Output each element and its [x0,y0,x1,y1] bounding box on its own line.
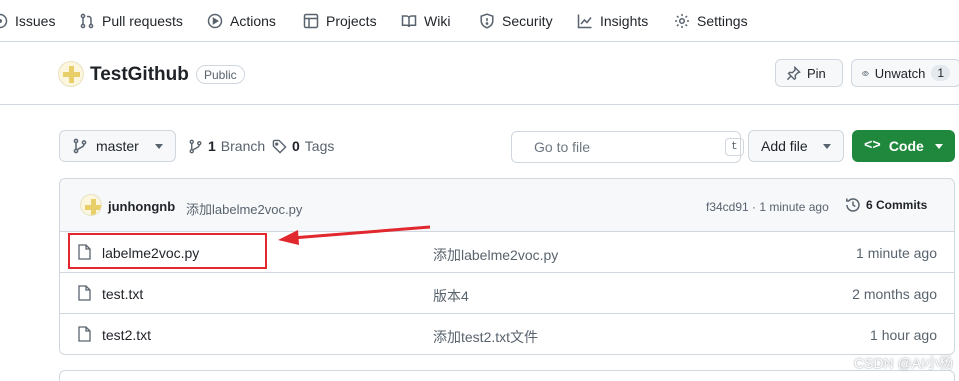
file-commit-message[interactable]: 版本4 [433,286,469,306]
table-row[interactable]: test2.txt 添加test2.txt文件 1 hour ago [60,314,954,354]
pin-button[interactable]: Pin [775,59,843,87]
file-age: 1 hour ago [870,327,937,343]
file-age: 2 months ago [852,286,937,302]
tag-label: Tags [304,138,335,154]
graph-icon [577,14,592,29]
unwatch-label: Unwatch [874,65,926,81]
add-file-button[interactable]: Add file [748,130,844,162]
visibility-badge: Public [196,65,245,84]
eye-icon [862,70,869,76]
issue-opened-icon [0,13,8,29]
commit-message[interactable]: 添加labelme2voc.py [186,199,302,218]
nav-projects-label: Projects [326,13,377,29]
file-commit-message[interactable]: 添加labelme2voc.py [433,245,558,265]
git-branch-icon [73,138,87,154]
gear-icon [675,14,689,28]
file-age: 1 minute ago [856,245,937,261]
nav-projects[interactable]: Projects [303,0,377,42]
branch-select-button[interactable]: master [59,130,176,162]
table-row[interactable]: test.txt 版本4 2 months ago [60,273,954,314]
annotation-highlight-box [68,233,267,269]
unwatch-button[interactable]: Unwatch 1 [851,59,959,87]
repo-name[interactable]: TestGithub [90,64,189,86]
file-commit-message[interactable]: 添加test2.txt文件 [433,327,538,347]
nav-insights-label: Insights [600,13,649,29]
nav-security[interactable]: Security [479,0,553,42]
history-icon [846,198,860,212]
owner-avatar[interactable] [58,61,84,87]
repo-header: TestGithub Public Pin Unwatch 1 [0,43,959,105]
play-icon [207,13,223,29]
watermark: CSDN @AI小杨 [854,355,953,371]
commits-count: 6 Commits [866,198,928,212]
watch-counter: 1 [931,65,950,81]
nav-wiki[interactable]: Wiki [401,0,450,42]
add-file-label: Add file [761,138,808,154]
file-icon [78,285,91,301]
chevron-down-icon [823,143,831,149]
go-to-file-search[interactable]: t [511,131,744,163]
nav-settings[interactable]: Settings [674,0,748,42]
code-label: Code [888,138,924,154]
nav-settings-label: Settings [697,13,748,29]
code-button[interactable]: <> Code [852,130,955,162]
table-icon [303,13,319,29]
tags-link[interactable]: 0 Tags [272,138,334,154]
nav-pull-requests[interactable]: Pull requests [79,0,183,42]
nav-issues[interactable]: Issues [0,0,55,42]
branch-label: Branch [220,138,266,154]
pin-icon [786,65,801,80]
file-name[interactable]: test.txt [102,286,143,302]
nav-wiki-label: Wiki [424,13,451,29]
readme-box [59,370,955,381]
tag-icon [272,139,287,154]
pin-label: Pin [807,65,826,81]
book-icon [401,15,417,28]
commit-hash-time[interactable]: f34cd91 · 1 minute ago [706,200,829,214]
commit-author[interactable]: junhongnb [108,199,175,214]
nav-security-label: Security [502,13,553,29]
tag-count: 0 [292,138,300,154]
nav-actions-label: Actions [230,13,276,29]
nav-insights[interactable]: Insights [577,0,648,42]
repo-nav: Issues Pull requests Actions Projects Wi… [0,0,959,42]
nav-pull-requests-label: Pull requests [102,13,183,29]
nav-actions[interactable]: Actions [207,0,276,42]
file-name[interactable]: test2.txt [102,327,151,343]
branches-link[interactable]: 1 Branch [188,138,265,154]
nav-issues-label: Issues [15,13,56,29]
branch-count: 1 [208,138,216,154]
shield-icon [480,13,494,29]
branch-name: master [96,138,139,154]
author-avatar[interactable] [80,194,102,216]
git-branch-icon [189,139,202,153]
code-icon: <> [864,138,881,154]
commits-history-link[interactable]: 6 Commits [845,197,927,213]
chevron-down-icon [935,143,943,149]
shortcut-hint: t [725,138,744,156]
annotation-arrow-icon [278,225,431,245]
chevron-down-icon [155,143,163,149]
file-icon [78,326,91,342]
latest-commit-bar: junhongnb 添加labelme2voc.py f34cd91 · 1 m… [60,179,954,232]
search-input[interactable] [534,139,715,155]
git-pull-request-icon [80,13,94,29]
